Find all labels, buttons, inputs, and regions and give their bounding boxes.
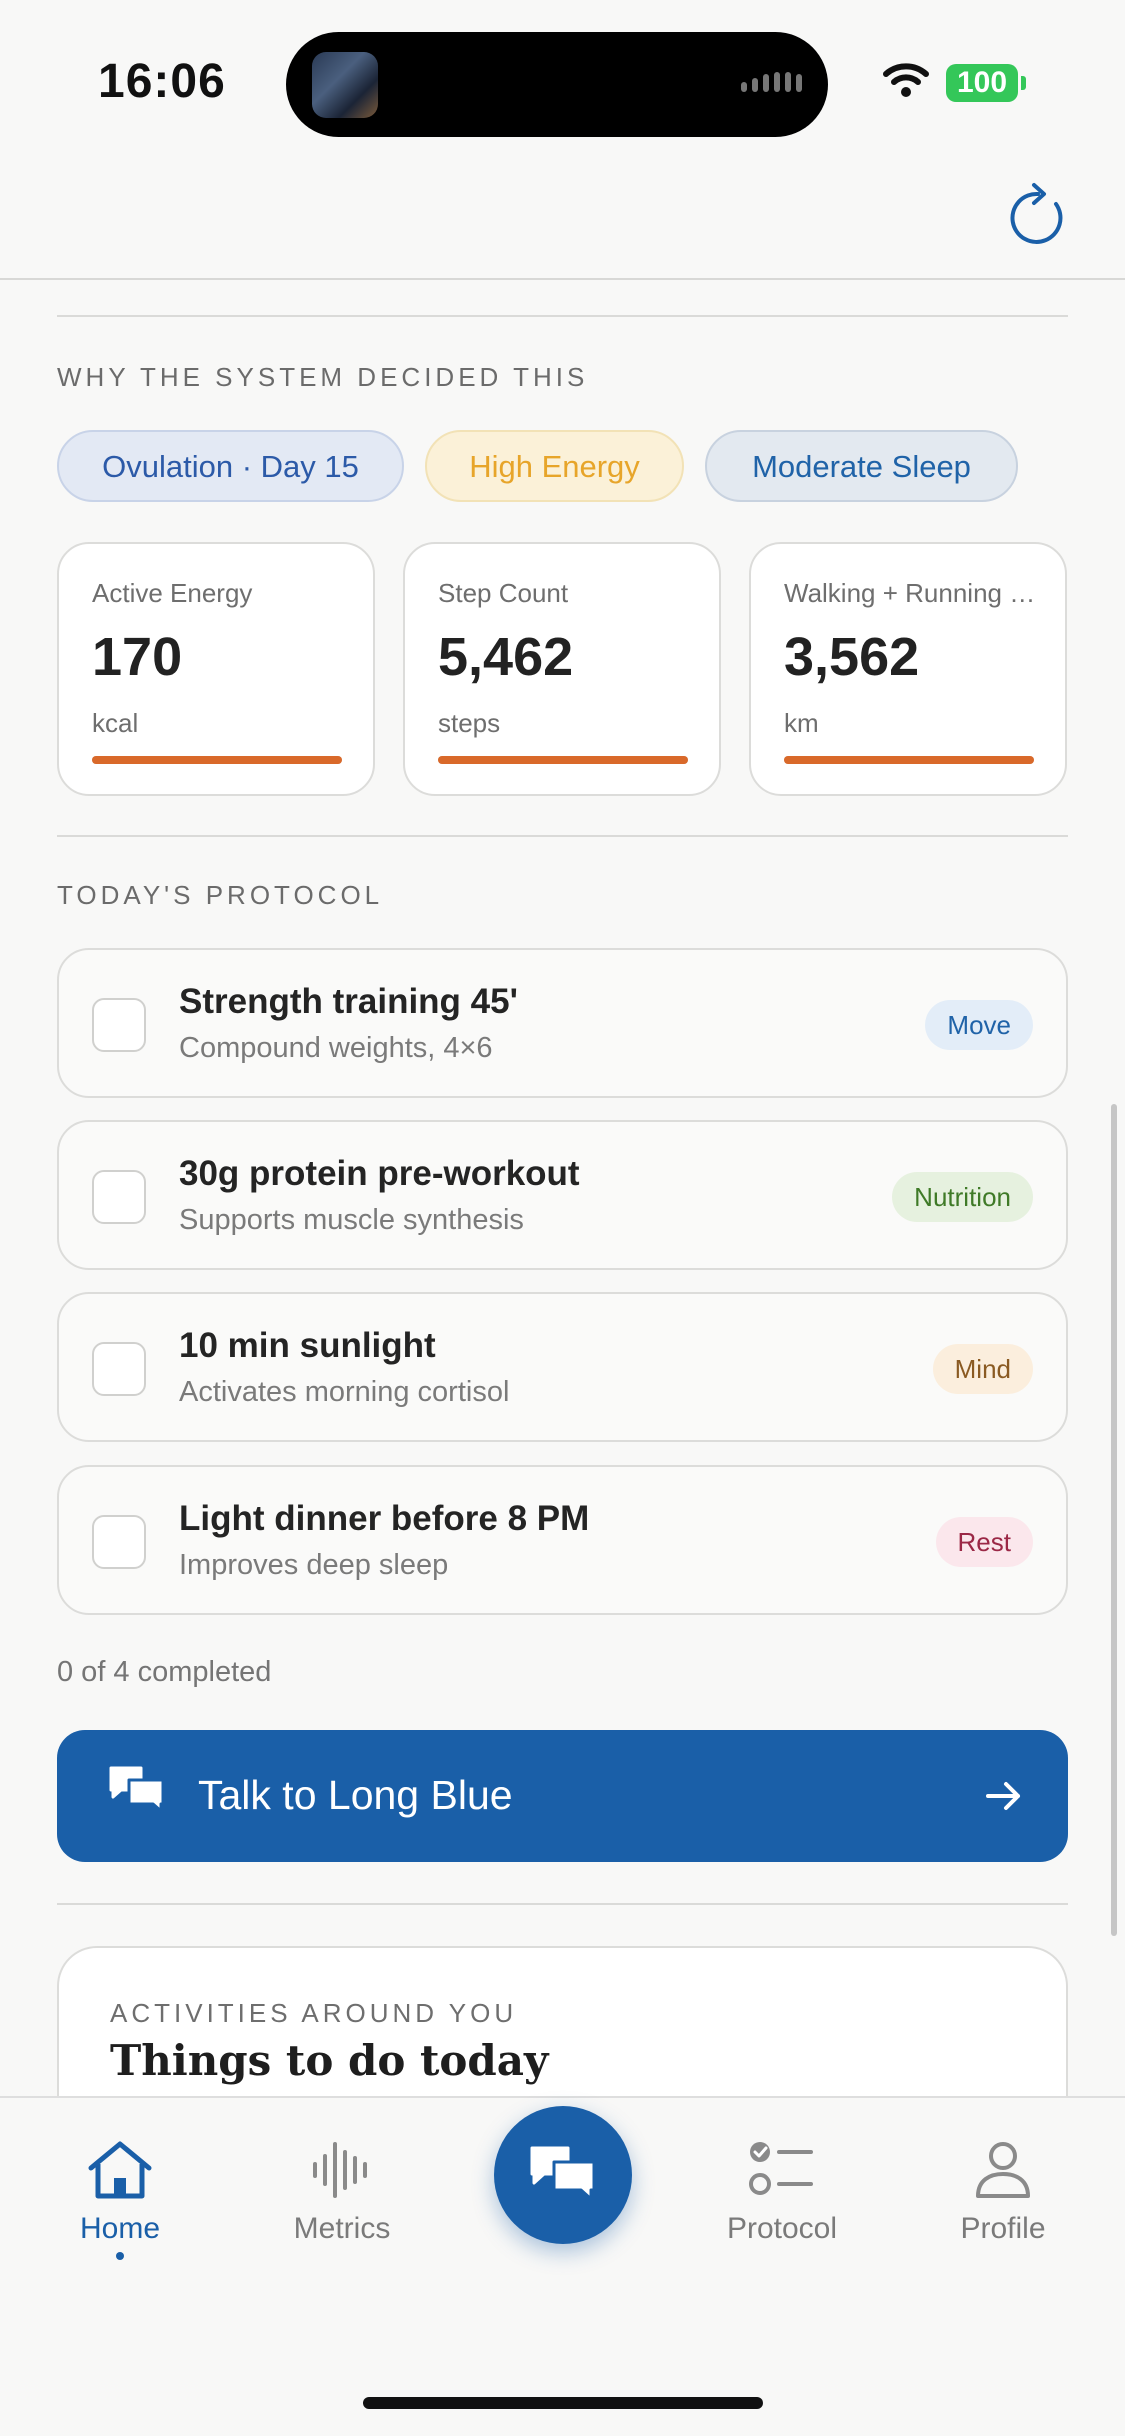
task-category-tag: Rest bbox=[935, 1517, 1033, 1567]
metric-progress-bar bbox=[438, 756, 688, 764]
protocol-task[interactable]: 10 min sunlight Activates morning cortis… bbox=[57, 1292, 1068, 1442]
tab-profile[interactable]: Profile bbox=[913, 2138, 1093, 2246]
protocol-task[interactable]: Strength training 45' Compound weights, … bbox=[57, 948, 1068, 1098]
task-subtitle: Improves deep sleep bbox=[179, 1549, 449, 1581]
tab-home[interactable]: Home bbox=[30, 2138, 210, 2260]
metric-card-step-count[interactable]: Step Count 5,462 steps bbox=[403, 542, 721, 796]
person-icon bbox=[976, 2142, 1030, 2198]
task-title: Strength training 45' bbox=[179, 982, 518, 1021]
reasons-section-label: WHY THE SYSTEM DECIDED THIS bbox=[57, 362, 589, 392]
dynamic-island bbox=[286, 32, 828, 137]
section-divider bbox=[57, 1903, 1068, 1905]
section-divider bbox=[57, 315, 1068, 317]
chat-fab-button[interactable] bbox=[494, 2106, 632, 2244]
talk-to-long-blue-button[interactable]: Talk to Long Blue bbox=[57, 1730, 1068, 1862]
cta-label: Talk to Long Blue bbox=[198, 1772, 513, 1818]
battery-indicator: 100 bbox=[946, 64, 1026, 102]
metric-value: 5,462 bbox=[438, 627, 574, 687]
bottom-tab-bar: Home Metrics Protocol Profile bbox=[0, 2096, 1125, 2436]
refresh-icon[interactable] bbox=[1003, 180, 1073, 250]
activities-section-label: ACTIVITIES AROUND YOU bbox=[110, 1998, 518, 2028]
tab-label: Metrics bbox=[293, 2212, 391, 2245]
active-tab-indicator bbox=[116, 2252, 124, 2260]
chat-bubbles-icon bbox=[530, 2146, 596, 2201]
energy-chip: High Energy bbox=[425, 430, 684, 502]
checklist-icon bbox=[749, 2142, 813, 2195]
metric-value: 3,562 bbox=[784, 627, 920, 687]
home-indicator bbox=[363, 2397, 763, 2409]
tab-protocol[interactable]: Protocol bbox=[692, 2138, 872, 2246]
metric-unit: kcal bbox=[92, 708, 139, 738]
tab-label: Home bbox=[79, 2212, 161, 2245]
protocol-section-label: TODAY'S PROTOCOL bbox=[57, 880, 384, 910]
wifi-icon bbox=[883, 63, 929, 97]
metric-unit: steps bbox=[438, 708, 501, 738]
protocol-task[interactable]: 30g protein pre-workout Supports muscle … bbox=[57, 1120, 1068, 1270]
status-bar: 16:06 100 bbox=[0, 0, 1125, 170]
protocol-task[interactable]: Light dinner before 8 PM Improves deep s… bbox=[57, 1465, 1068, 1615]
task-checkbox[interactable] bbox=[92, 1170, 146, 1224]
tab-label: Protocol bbox=[726, 2212, 838, 2245]
metric-unit: km bbox=[784, 708, 819, 738]
task-subtitle: Compound weights, 4×6 bbox=[179, 1032, 493, 1064]
task-checkbox[interactable] bbox=[92, 998, 146, 1052]
task-category-tag: Mind bbox=[932, 1344, 1033, 1394]
task-category-tag: Move bbox=[925, 1000, 1033, 1050]
arrow-right-icon bbox=[986, 1782, 1020, 1810]
task-checkbox[interactable] bbox=[92, 1342, 146, 1396]
audio-levels-icon bbox=[741, 72, 802, 92]
activities-card[interactable]: ACTIVITIES AROUND YOU Things to do today bbox=[57, 1946, 1068, 2106]
metric-title: Step Count bbox=[438, 578, 569, 608]
home-icon bbox=[88, 2141, 152, 2199]
tab-label: Profile bbox=[960, 2212, 1046, 2245]
now-playing-artwork bbox=[312, 52, 378, 118]
metric-value: 170 bbox=[92, 627, 183, 687]
task-title: Light dinner before 8 PM bbox=[179, 1499, 590, 1538]
section-divider bbox=[57, 835, 1068, 837]
chat-bubbles-icon bbox=[109, 1766, 165, 1813]
metric-progress-bar bbox=[92, 756, 342, 764]
metric-progress-bar bbox=[784, 756, 1034, 764]
tab-metrics[interactable]: Metrics bbox=[252, 2138, 432, 2246]
metric-card-walking-running[interactable]: Walking + Running Distance 3,562 km bbox=[749, 542, 1067, 796]
completion-status: 0 of 4 completed bbox=[57, 1656, 272, 1688]
task-checkbox[interactable] bbox=[92, 1515, 146, 1569]
cycle-phase-chip: Ovulation · Day 15 bbox=[57, 430, 404, 502]
metric-title: Active Energy bbox=[92, 578, 253, 608]
scrollbar[interactable] bbox=[1111, 1104, 1117, 1936]
task-subtitle: Supports muscle synthesis bbox=[179, 1204, 524, 1236]
task-title: 10 min sunlight bbox=[179, 1326, 436, 1365]
waveform-icon bbox=[313, 2142, 367, 2198]
sleep-chip: Moderate Sleep bbox=[705, 430, 1018, 502]
metric-card-active-energy[interactable]: Active Energy 170 kcal bbox=[57, 542, 375, 796]
top-header bbox=[0, 170, 1125, 280]
activities-title: Things to do today bbox=[110, 2036, 549, 2085]
task-subtitle: Activates morning cortisol bbox=[179, 1376, 510, 1408]
task-category-tag: Nutrition bbox=[892, 1172, 1033, 1222]
metric-title: Walking + Running Distance bbox=[784, 578, 1044, 608]
task-title: 30g protein pre-workout bbox=[179, 1154, 580, 1193]
status-time: 16:06 bbox=[98, 55, 226, 108]
